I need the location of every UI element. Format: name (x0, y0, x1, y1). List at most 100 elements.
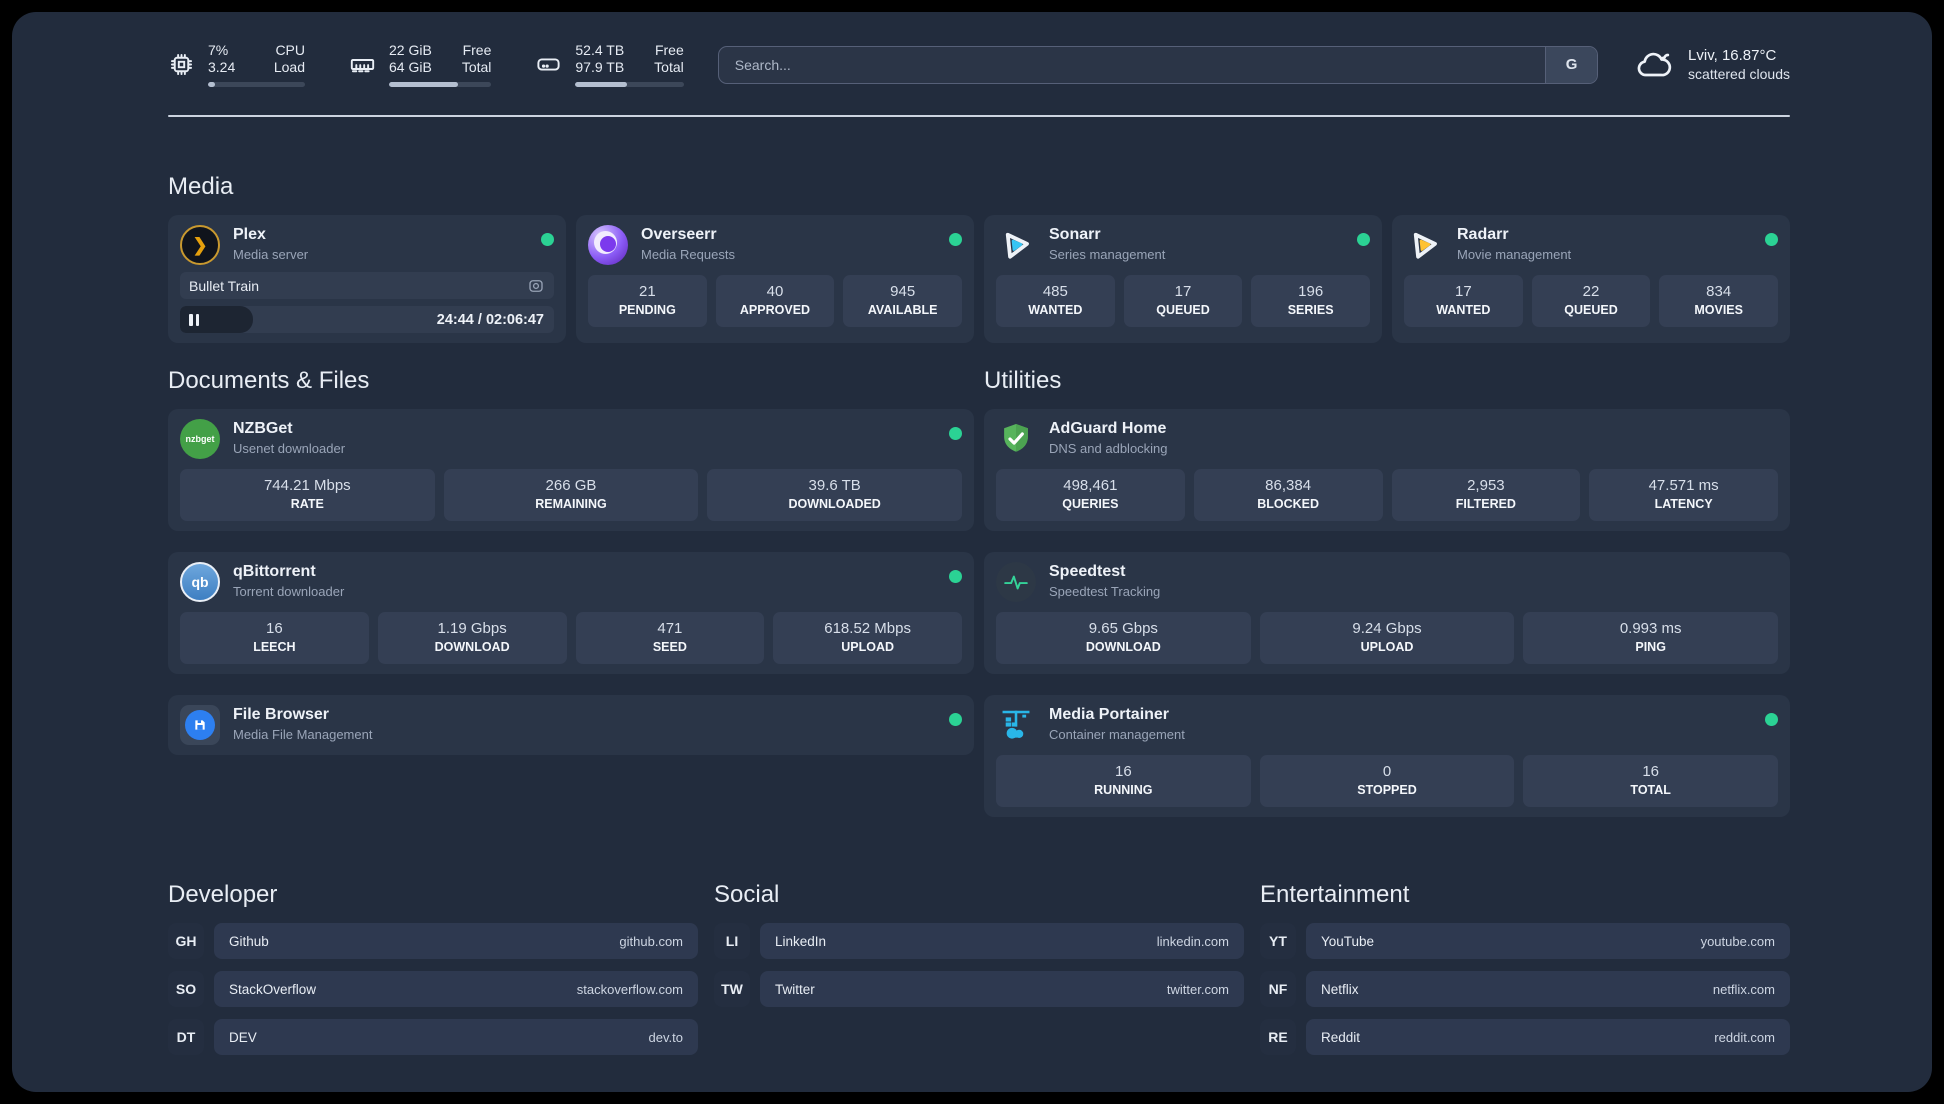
github-link[interactable]: Github github.com (214, 923, 698, 959)
ram-icon (350, 59, 375, 73)
stackoverflow-link[interactable]: StackOverflow stackoverflow.com (214, 971, 698, 1007)
ram-free: 22 GiB (389, 42, 432, 58)
stat-tile: 834 MOVIES (1659, 275, 1778, 327)
cpu-label-2: Load (273, 59, 305, 75)
filebrowser-title: File Browser (233, 706, 330, 723)
github-badge: GH (168, 923, 204, 959)
plex-subtitle: Media server (233, 247, 309, 262)
stat-tile: 16 RUNNING (996, 755, 1251, 807)
search-engine-button[interactable]: G (1545, 46, 1598, 83)
speedtest-card[interactable]: Speedtest Speedtest Tracking 9.65 Gbps DO… (984, 552, 1790, 674)
link-row-reddit: RE Reddit reddit.com (1260, 1019, 1790, 1055)
nzbget-card[interactable]: nzbget NZBGet Usenet downloader 744.21 M… (168, 409, 974, 531)
weather-widget[interactable]: Lviv, 16.87°C scattered clouds (1634, 45, 1790, 85)
system-stats: 7% 3.24 CPU Load 22 GiB 64 GiB Free Tota… (168, 42, 684, 87)
disk-total: 97.9 TB (575, 59, 625, 75)
stat-tile: 618.52 Mbps UPLOAD (773, 612, 962, 664)
search-bar[interactable]: G (717, 45, 1599, 84)
section-title-documents: Documents & Files (168, 367, 370, 394)
playback-time: 24:44 / 02:06:47 (436, 311, 544, 328)
filebrowser-card[interactable]: File Browser Media File Management (168, 695, 974, 755)
sonarr-stats: 485 WANTED 17 QUEUED 196 SERIES (996, 275, 1370, 327)
filebrowser-subtitle: Media File Management (233, 727, 373, 742)
radarr-status-dot (1765, 233, 1778, 246)
documents-column: Documents & Files nzbget NZBGet Usenet d… (168, 367, 974, 817)
cloud-icon (1637, 52, 1672, 76)
cpu-stat: 7% 3.24 CPU Load (168, 42, 305, 87)
stat-tile: 2,953 FILTERED (1391, 469, 1581, 521)
speedtest-stats: 9.65 Gbps DOWNLOAD 9.24 Gbps UPLOAD 0.993 … (996, 612, 1778, 664)
sonarr-status-dot (1357, 233, 1370, 246)
youtube-link[interactable]: YouTube youtube.com (1306, 923, 1790, 959)
linkedin-link[interactable]: LinkedIn linkedin.com (760, 923, 1244, 959)
adguard-stats: 498,461 QUERIES 86,384 BLOCKED 2,953 FILTER… (996, 469, 1778, 521)
reddit-link[interactable]: Reddit reddit.com (1306, 1019, 1790, 1055)
netflix-badge: NF (1260, 971, 1296, 1007)
weather-condition: scattered clouds (1688, 65, 1790, 82)
twitter-link[interactable]: Twitter twitter.com (760, 971, 1244, 1007)
weather-location-temp: Lviv, 16.87°C (1688, 46, 1777, 64)
stat-tile: 0 STOPPED (1259, 755, 1515, 807)
plex-title: Plex (233, 226, 266, 243)
adguard-logo-icon (996, 419, 1036, 459)
dev-link[interactable]: DEV dev.to (214, 1019, 698, 1055)
stat-tile: 16 LEECH (180, 612, 369, 664)
overseerr-subtitle: Media Requests (641, 247, 735, 262)
search-input[interactable] (718, 46, 1546, 83)
stat-tile: 1.19 Gbps DOWNLOAD (377, 612, 567, 664)
qbittorrent-logo-icon: qb (180, 562, 220, 602)
sonarr-card[interactable]: Sonarr Series management 485 WANTED 17 QUE… (984, 215, 1382, 343)
ram-total: 64 GiB (389, 59, 432, 75)
portainer-card[interactable]: Media Portainer Container management 16 R… (984, 695, 1790, 817)
memory-stat: 22 GiB 64 GiB Free Total (349, 42, 492, 87)
stat-tile: 22 QUEUED (1531, 275, 1651, 327)
nzbget-subtitle: Usenet downloader (233, 441, 346, 456)
disk-free: 52.4 TB (575, 42, 625, 58)
qbittorrent-status-dot (949, 570, 962, 583)
speedtest-subtitle: Speedtest Tracking (1049, 584, 1161, 599)
cpu-percent: 7% (208, 42, 229, 58)
nzbget-stats: 744.21 Mbps RATE 266 GB REMAINING 39.6 TB D… (180, 469, 962, 521)
now-playing-title: Bullet Train (189, 277, 260, 294)
stat-tile: 471 SEED (575, 612, 765, 664)
plex-card[interactable]: ❯ Plex Media server Bullet Train 24:44 /… (168, 215, 566, 343)
nzbget-logo-icon: nzbget (180, 419, 220, 459)
section-title-social: Social (714, 881, 780, 908)
netflix-link[interactable]: Netflix netflix.com (1306, 971, 1790, 1007)
sonarr-logo-icon (994, 223, 1038, 267)
stat-tile: 86,384 BLOCKED (1193, 469, 1383, 521)
dashboard: 7% 3.24 CPU Load 22 GiB 64 GiB Free Tota… (12, 12, 1932, 1092)
utilities-column: Utilities AdGuard Home DNS and adblockin… (984, 367, 1790, 817)
overseerr-status-dot (949, 233, 962, 246)
section-title-entertainment: Entertainment (1260, 881, 1410, 908)
qbittorrent-stats: 16 LEECH 1.19 Gbps DOWNLOAD 471 SEED 618.52… (180, 612, 962, 664)
portainer-title: Media Portainer (1049, 706, 1170, 723)
stat-tile: 498,461 QUERIES (996, 469, 1185, 521)
pause-icon[interactable] (189, 313, 199, 326)
speedtest-logo-icon (996, 562, 1036, 602)
radarr-title: Radarr (1457, 226, 1509, 243)
floppy-icon (195, 720, 205, 730)
stat-tile: 16 TOTAL (1523, 755, 1778, 807)
cpu-icon (170, 53, 193, 76)
qbittorrent-title: qBittorrent (233, 563, 316, 580)
section-title-utilities: Utilities (984, 367, 1062, 394)
adguard-subtitle: DNS and adblocking (1049, 441, 1168, 456)
media-grid: ❯ Plex Media server Bullet Train 24:44 /… (168, 215, 1790, 343)
adguard-card[interactable]: AdGuard Home DNS and adblocking 498,461 Q… (984, 409, 1790, 531)
stat-tile: 945 AVAILABLE (843, 275, 962, 327)
disk-label-2: Total (654, 59, 684, 75)
stat-tile: 47.571 ms LATENCY (1589, 469, 1778, 521)
qbittorrent-subtitle: Torrent downloader (233, 584, 345, 599)
qbittorrent-card[interactable]: qb qBittorrent Torrent downloader 16 LEEC… (168, 552, 974, 674)
stat-tile: 196 SERIES (1251, 275, 1370, 327)
playback-progress-bar[interactable]: 24:44 / 02:06:47 (180, 306, 554, 333)
link-row-linkedin: LI LinkedIn linkedin.com (714, 923, 1244, 959)
link-row-twitter: TW Twitter twitter.com (714, 971, 1244, 1007)
radarr-card[interactable]: Radarr Movie management 17 WANTED 22 QUEUE… (1392, 215, 1790, 343)
link-row-dev: DT DEV dev.to (168, 1019, 698, 1055)
stat-tile: 21 PENDING (588, 275, 707, 327)
overseerr-card[interactable]: Overseerr Media Requests 21 PENDING 40 APP… (576, 215, 974, 343)
overseerr-logo-icon (588, 225, 628, 265)
stat-tile: 39.6 TB DOWNLOADED (707, 469, 962, 521)
